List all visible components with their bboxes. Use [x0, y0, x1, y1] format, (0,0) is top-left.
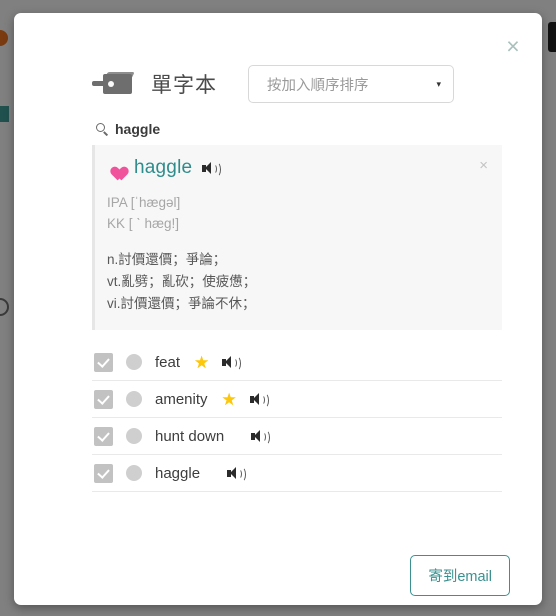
speaker-icon[interactable]: [202, 161, 222, 177]
definition-verb-intransitive: vi.討價還價；爭論不休；: [107, 295, 256, 311]
search-term: haggle: [115, 121, 161, 137]
phonetics-block: IPA [ˈhæɡəl] KK [ ˋ hæg!]: [107, 193, 488, 235]
row-status-dot[interactable]: [126, 391, 142, 408]
search-icon: [96, 122, 109, 136]
header-row: 單字本 按加入順序排序 ▾: [92, 65, 502, 103]
row-checkbox[interactable]: [94, 389, 113, 409]
definitions-block: n.討價還價；爭論； vt.亂劈；亂砍；使疲憊； vi.討價還價；爭論不休；: [107, 249, 488, 315]
speaker-icon[interactable]: [227, 466, 247, 482]
list-item-label: haggle: [155, 464, 201, 482]
notebook-icon: [92, 71, 135, 97]
star-icon[interactable]: ★: [194, 354, 209, 371]
background-dot: [0, 30, 8, 46]
vocabulary-modal: × 單字本 按加入順序排序 ▾ haggle haggle × IPA [ˈhæ…: [14, 13, 542, 605]
row-status-dot[interactable]: [126, 465, 142, 482]
list-item[interactable]: hunt down: [92, 418, 502, 456]
send-to-email-button[interactable]: 寄到email: [410, 554, 510, 596]
definition-noun: n.討價還價；爭論；: [107, 251, 227, 267]
chevron-down-icon: ▾: [436, 78, 441, 89]
background-right-shape: [548, 22, 556, 52]
list-item[interactable]: amenity ★: [92, 381, 502, 419]
row-checkbox[interactable]: [94, 352, 113, 372]
row-status-dot[interactable]: [126, 354, 142, 371]
list-item[interactable]: haggle: [92, 455, 502, 493]
star-icon[interactable]: ★: [222, 391, 237, 408]
list-item-label: amenity: [155, 390, 208, 408]
definition-verb-transitive: vt.亂劈；亂砍；使疲憊；: [107, 273, 257, 289]
row-checkbox[interactable]: [94, 426, 113, 446]
word-detail-card: haggle × IPA [ˈhæɡəl] KK [ ˋ hæg!] n.討價還…: [92, 145, 502, 331]
phonetic-kk: KK [ ˋ hæg!]: [107, 215, 180, 231]
speaker-icon[interactable]: [249, 392, 269, 408]
row-status-dot[interactable]: [126, 428, 142, 445]
search-result-line: haggle: [96, 121, 502, 137]
sort-order-select[interactable]: 按加入順序排序 ▾: [248, 65, 454, 103]
background-teal-bar: [0, 106, 9, 122]
word-list: feat ★ amenity ★ hunt down haggle: [92, 344, 502, 493]
word-card-title: haggle: [134, 157, 193, 178]
modal-footer: 寄到email: [14, 545, 542, 605]
word-card-header: haggle: [107, 157, 488, 179]
phonetic-ipa: IPA [ˈhæɡəl]: [107, 195, 181, 210]
list-item-label: hunt down: [155, 427, 225, 445]
speaker-icon[interactable]: [222, 355, 242, 371]
speaker-icon[interactable]: [251, 429, 271, 445]
row-checkbox[interactable]: [94, 463, 113, 483]
background-ring: [0, 298, 9, 316]
list-item-label: feat: [155, 353, 181, 371]
list-item[interactable]: feat ★: [92, 344, 502, 382]
dismiss-card-icon[interactable]: ×: [479, 157, 488, 174]
sort-order-value: 按加入順序排序: [267, 77, 369, 94]
heart-icon[interactable]: [107, 160, 124, 176]
page-title: 單字本: [151, 74, 217, 97]
modal-body: 單字本 按加入順序排序 ▾ haggle haggle × IPA [ˈhæɡə…: [14, 13, 542, 545]
